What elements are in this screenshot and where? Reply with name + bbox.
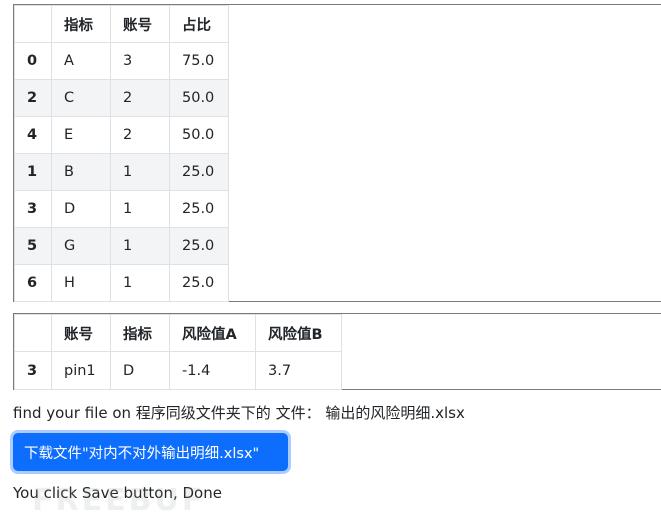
table-cell: 3 (110, 42, 170, 80)
file-location-text: find your file on 程序同级文件夹下的 文件： 输出的风险明细.… (13, 404, 465, 422)
dataframe-table-2: 账号 指标 风险值A 风险值B 3 pin1 D -1.4 3.7 (14, 314, 342, 390)
row-index: 2 (14, 79, 52, 117)
table-cell: 1 (110, 190, 170, 228)
table-cell: 50.0 (169, 116, 229, 154)
table-header-row: 指标 账号 占比 (14, 5, 229, 43)
column-header: 风险值A (169, 314, 256, 352)
dataframe-panel-2: 账号 指标 风险值A 风险值B 3 pin1 D -1.4 3.7 (13, 313, 661, 390)
row-index: 3 (14, 351, 52, 390)
column-header: 指标 (110, 314, 170, 352)
column-header: 账号 (110, 5, 170, 43)
table-cell: 2 (110, 79, 170, 117)
row-index: 5 (14, 227, 52, 265)
table-row: 0 A 3 75.0 (14, 42, 229, 80)
table-cell: D (110, 351, 170, 390)
column-header: 指标 (51, 5, 111, 43)
column-header (14, 314, 52, 352)
table-header-row: 账号 指标 风险值A 风险值B (14, 314, 342, 352)
table-row: 1 B 1 25.0 (14, 153, 229, 191)
row-index: 1 (14, 153, 52, 191)
table-cell: 25.0 (169, 264, 229, 302)
column-header: 占比 (169, 5, 229, 43)
table-row: 2 C 2 50.0 (14, 79, 229, 117)
table-cell: -1.4 (169, 351, 256, 390)
download-file-button[interactable]: 下载文件"对内不对外输出明细.xlsx" (13, 433, 288, 471)
table-cell: 1 (110, 227, 170, 265)
table-cell: 1 (110, 153, 170, 191)
row-index: 4 (14, 116, 52, 154)
status-message: You click Save button, Done (13, 484, 222, 502)
table-cell: H (51, 264, 111, 302)
table-cell: pin1 (51, 351, 111, 390)
table-cell: E (51, 116, 111, 154)
table-cell: 25.0 (169, 153, 229, 191)
table-cell: 50.0 (169, 79, 229, 117)
column-header: 风险值B (255, 314, 342, 352)
dataframe-panel-1: 指标 账号 占比 0 A 3 75.0 2 C 2 50.0 4 E 2 50.… (13, 4, 661, 302)
table-cell: 75.0 (169, 42, 229, 80)
column-header (14, 5, 52, 43)
row-index: 0 (14, 42, 52, 80)
table-row: 6 H 1 25.0 (14, 264, 229, 302)
dataframe-table-1: 指标 账号 占比 0 A 3 75.0 2 C 2 50.0 4 E 2 50.… (14, 5, 229, 302)
table-row: 3 D 1 25.0 (14, 190, 229, 228)
row-index: 6 (14, 264, 52, 302)
table-cell: 25.0 (169, 227, 229, 265)
column-header: 账号 (51, 314, 111, 352)
table-cell: 2 (110, 116, 170, 154)
row-index: 3 (14, 190, 52, 228)
table-cell: 3.7 (255, 351, 342, 390)
table-cell: 25.0 (169, 190, 229, 228)
table-cell: B (51, 153, 111, 191)
table-row: 3 pin1 D -1.4 3.7 (14, 351, 342, 390)
table-cell: G (51, 227, 111, 265)
table-cell: C (51, 79, 111, 117)
table-cell: D (51, 190, 111, 228)
table-row: 4 E 2 50.0 (14, 116, 229, 154)
table-row: 5 G 1 25.0 (14, 227, 229, 265)
table-cell: A (51, 42, 111, 80)
table-cell: 1 (110, 264, 170, 302)
